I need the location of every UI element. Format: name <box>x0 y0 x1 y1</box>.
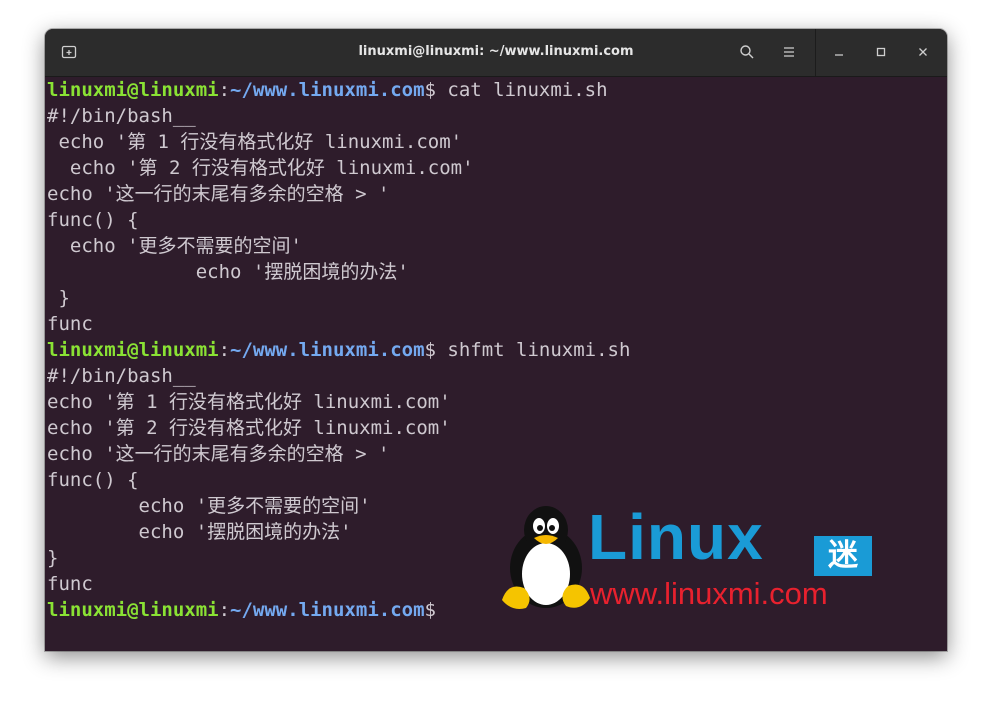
output-line: echo '第 1 行没有格式化好 linuxmi.com' <box>47 131 463 153</box>
tux-penguin-icon <box>502 506 590 609</box>
output-line: echo '这一行的末尾有多余的空格 > ' <box>47 183 390 205</box>
search-icon[interactable] <box>736 41 758 63</box>
output-line: echo '摆脱困境的办法' <box>47 261 409 283</box>
prompt-path: ~/www.linuxmi.com <box>230 599 425 621</box>
output-line: echo '第 2 行没有格式化好 linuxmi.com' <box>47 417 451 439</box>
prompt-line: linuxmi@linuxmi:~/www.linuxmi.com$ shfmt… <box>45 337 947 363</box>
linuxmi-watermark: Linux 迷 www.linuxmi.com <box>498 502 878 617</box>
watermark-url: www.linuxmi.com <box>590 576 828 611</box>
close-icon[interactable] <box>912 41 934 63</box>
prompt-colon: : <box>218 79 231 101</box>
prompt-line: linuxmi@linuxmi:~/www.linuxmi.com$ cat l… <box>45 77 947 103</box>
prompt-dollar: $ <box>424 599 436 621</box>
watermark-badge: 迷 <box>814 536 872 576</box>
title-bar: linuxmi@linuxmi: ~/www.linuxmi.com <box>45 29 947 77</box>
prompt-path: ~/www.linuxmi.com <box>230 79 425 101</box>
output-line: func <box>47 313 93 335</box>
output-line: func() { <box>47 209 139 231</box>
prompt-command: shfmt linuxmi.sh <box>435 339 631 361</box>
prompt-user: linuxmi@linuxmi <box>47 599 219 621</box>
output-line: func() { <box>47 469 139 491</box>
watermark-brand: Linux <box>588 501 764 573</box>
maximize-icon[interactable] <box>870 41 892 63</box>
prompt-user: linuxmi@linuxmi <box>47 339 219 361</box>
window-title: linuxmi@linuxmi: ~/www.linuxmi.com <box>358 44 634 59</box>
output-line: #!/bin/bash__ <box>47 365 196 387</box>
output-line: echo '第 2 行没有格式化好 linuxmi.com' <box>47 157 474 179</box>
minimize-icon[interactable] <box>828 41 850 63</box>
prompt-path: ~/www.linuxmi.com <box>230 339 425 361</box>
prompt-dollar: $ <box>424 339 436 361</box>
prompt-user: linuxmi@linuxmi <box>47 79 219 101</box>
prompt-command: cat linuxmi.sh <box>435 79 608 101</box>
prompt-colon: : <box>218 599 231 621</box>
hamburger-menu-icon[interactable] <box>778 41 800 63</box>
output-line: #!/bin/bash__ <box>47 105 196 127</box>
output-line: echo '这一行的末尾有多余的空格 > ' <box>47 443 390 465</box>
output-line: echo '第 1 行没有格式化好 linuxmi.com' <box>47 391 451 413</box>
output-line: echo '更多不需要的空间' <box>47 235 302 257</box>
titlebar-separator <box>815 29 816 76</box>
prompt-colon: : <box>218 339 231 361</box>
output-line: } <box>47 287 70 309</box>
prompt-dollar: $ <box>424 79 436 101</box>
